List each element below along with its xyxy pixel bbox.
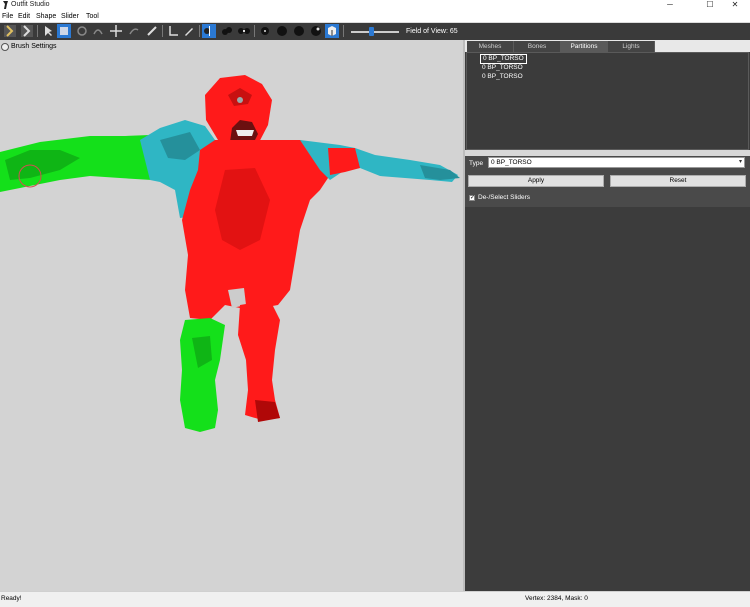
chevron-down-icon: ▾ xyxy=(738,159,742,165)
mask-icon[interactable] xyxy=(275,24,289,38)
menu-file[interactable]: File xyxy=(2,13,13,20)
fov-slider-track[interactable] xyxy=(351,31,399,33)
status-bar: Ready! Vertex: 2384, Mask: 0 xyxy=(0,591,750,607)
bones-icon[interactable] xyxy=(292,24,306,38)
fov-slider-thumb[interactable] xyxy=(369,27,374,36)
menu-slider[interactable]: Slider xyxy=(61,13,79,20)
toolbar-separator xyxy=(254,25,255,37)
deflate-brush-icon[interactable] xyxy=(91,24,105,38)
vertex-icon[interactable] xyxy=(309,24,323,38)
tab-meshes[interactable]: Meshes xyxy=(467,41,514,52)
window-title: Outfit Studio xyxy=(11,1,50,8)
toolbar-separator xyxy=(37,25,38,37)
close-icon[interactable]: ✕ xyxy=(720,0,750,11)
menu-edit[interactable]: Edit xyxy=(18,13,30,20)
tab-bones[interactable]: Bones xyxy=(514,41,561,52)
toolbar-separator xyxy=(343,25,344,37)
reset-button[interactable]: Reset xyxy=(610,175,746,187)
undiff-brush-icon[interactable] xyxy=(145,24,159,38)
mask-brush-icon[interactable] xyxy=(57,24,71,38)
partition-list: 0 BP_TORSO 0 BP_TORSO 0 BP_TORSO xyxy=(466,52,749,150)
partition-item[interactable]: 0 BP_TORSO xyxy=(480,73,525,81)
tab-lights[interactable]: Lights xyxy=(608,41,655,52)
chevron-down-icon xyxy=(1,43,9,51)
right-panel: Meshes Bones Partitions Lights 0 BP_TORS… xyxy=(465,40,750,591)
apply-button[interactable]: Apply xyxy=(468,175,604,187)
3d-viewport[interactable]: Brush Settings xyxy=(0,40,463,591)
load-reference-icon[interactable] xyxy=(3,24,17,38)
inflate-brush-icon[interactable] xyxy=(75,24,89,38)
app-logo-icon xyxy=(3,1,8,9)
title-bar: Outfit Studio ─ ☐ ✕ xyxy=(0,0,750,11)
partition-controls: Type 0 BP_TORSO ▾ Apply Reset ✓ De-/Sele… xyxy=(465,156,750,207)
creature-model xyxy=(0,75,460,432)
tab-bar: Meshes Bones Partitions Lights xyxy=(465,40,750,52)
tab-partitions[interactable]: Partitions xyxy=(561,41,608,52)
deselect-sliders-label: De-/Select Sliders xyxy=(478,194,531,201)
wireframe-icon[interactable] xyxy=(220,24,234,38)
menu-shape[interactable]: Shape xyxy=(36,13,56,20)
smooth-brush-icon[interactable] xyxy=(127,24,141,38)
partition-properties: Type 0 BP_TORSO ▾ Apply Reset ✓ De-/Sele… xyxy=(465,156,750,591)
move-brush-icon[interactable] xyxy=(109,24,123,38)
vertex-mask-status: Vertex: 2384, Mask: 0 xyxy=(525,595,588,602)
toolbar-separator xyxy=(162,25,163,37)
select-icon[interactable] xyxy=(41,24,55,38)
menu-tool[interactable]: Tool xyxy=(86,13,99,20)
partition-item[interactable]: 0 BP_TORSO xyxy=(480,64,525,72)
brush-settings-label: Brush Settings xyxy=(11,43,57,50)
menu-bar: File Edit Shape Slider Tool xyxy=(0,11,750,23)
segment-icon[interactable] xyxy=(325,24,339,38)
type-select-value: 0 BP_TORSO xyxy=(491,159,532,166)
load-outfit-icon[interactable] xyxy=(20,24,34,38)
type-select[interactable]: 0 BP_TORSO ▾ xyxy=(488,157,745,168)
transform-icon[interactable] xyxy=(166,24,180,38)
lighting-icon[interactable] xyxy=(237,24,251,38)
fov-label: Field of View: 65 xyxy=(406,28,458,35)
mirror-view-icon[interactable] xyxy=(202,24,216,38)
texture-icon[interactable] xyxy=(258,24,272,38)
type-label: Type xyxy=(469,160,484,167)
deselect-sliders-checkbox[interactable]: ✓ xyxy=(469,195,475,201)
weight-brush-icon[interactable] xyxy=(182,24,196,38)
toolbar-separator xyxy=(199,25,200,37)
partition-item[interactable]: 0 BP_TORSO xyxy=(480,54,527,64)
status-message: Ready! xyxy=(1,595,22,602)
minimize-icon[interactable]: ─ xyxy=(655,0,685,11)
